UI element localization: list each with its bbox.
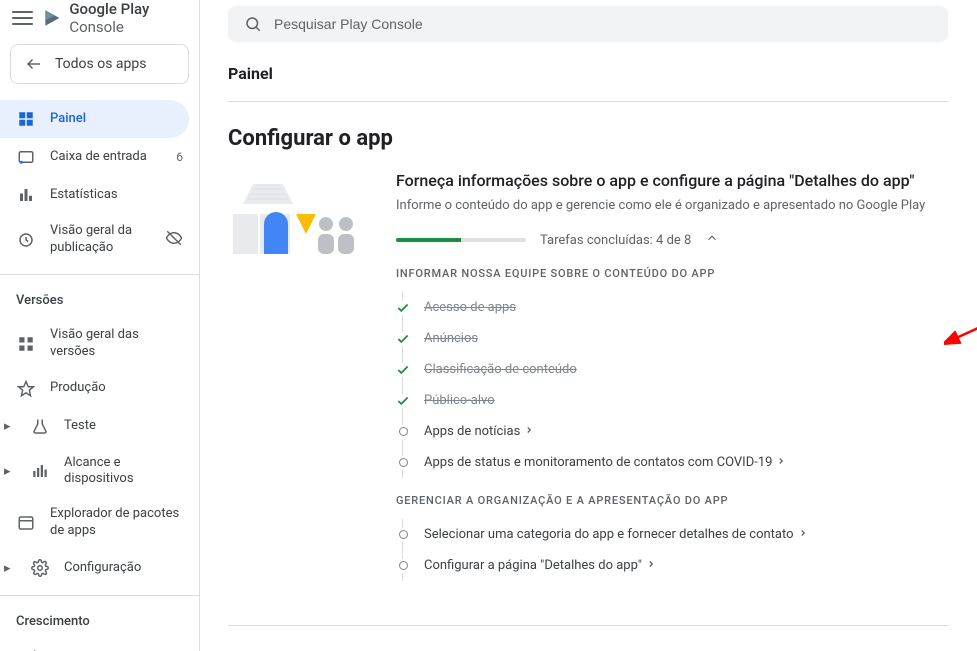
publishing-off-icon xyxy=(165,229,183,251)
circle-icon xyxy=(396,456,410,470)
circle-icon xyxy=(396,425,410,439)
sidebar-testing-label: Teste xyxy=(64,418,183,435)
sidebar-dashboard-label: Painel xyxy=(50,111,173,128)
config-card-title: Forneça informações sobre o app e config… xyxy=(396,171,949,190)
check-icon xyxy=(396,363,410,377)
sidebar-publishing-label: Visão geral da publicação xyxy=(50,223,151,257)
chevron-right-icon: ▸ xyxy=(4,561,14,576)
progress-bar xyxy=(396,238,526,242)
sidebar-item-production[interactable]: Produção xyxy=(0,370,199,408)
sidebar-bundle-label: Explorador de pacotes de apps xyxy=(50,506,183,540)
chevron-right-icon: ▸ xyxy=(4,464,14,479)
task-group-2-title: GERENCIAR A ORGANIZAÇÃO E A APRESENTAÇÃO… xyxy=(396,494,949,507)
sidebar: Google Play Console Todos os apps Painel… xyxy=(0,0,200,651)
task-label: Público-alvo xyxy=(424,393,495,408)
task-label: Anúncios xyxy=(424,331,478,346)
sidebar-item-inbox[interactable]: Caixa de entrada 6 xyxy=(0,138,199,176)
config-card-subtitle: Informe o conteúdo do app e gerencie com… xyxy=(396,198,949,213)
dashboard-icon xyxy=(16,109,36,129)
main-content: Painel Configurar o app Fo xyxy=(200,0,977,651)
product-logo[interactable]: Google Play Console xyxy=(43,0,187,36)
product-name: Google Play xyxy=(69,0,149,18)
task-item[interactable]: Público-alvo xyxy=(396,385,949,416)
sidebar-item-store-presence[interactable]: ▸ Presença na loja xyxy=(0,639,199,651)
sidebar-item-bundle-explorer[interactable]: Explorador de pacotes de apps xyxy=(0,497,199,549)
chevron-right-icon xyxy=(798,527,808,542)
collapse-icon[interactable] xyxy=(705,231,719,249)
sidebar-setup-label: Configuração xyxy=(64,560,183,577)
product-suffix: Console xyxy=(69,18,124,36)
task-item[interactable]: Classificação de conteúdo xyxy=(396,354,949,385)
search-input[interactable] xyxy=(274,16,932,32)
circle-icon xyxy=(396,559,410,573)
all-apps-button[interactable]: Todos os apps xyxy=(10,44,189,84)
arrow-left-icon xyxy=(25,55,43,73)
production-icon xyxy=(16,379,36,399)
config-illustration xyxy=(228,179,368,581)
task-item[interactable]: Apps de status e monitoramento de contat… xyxy=(396,447,949,478)
play-console-icon xyxy=(43,7,62,29)
all-apps-label: Todos os apps xyxy=(55,56,147,72)
sidebar-releases-label: Visão geral das versões xyxy=(50,327,183,361)
task-item[interactable]: Apps de notícias xyxy=(396,416,949,447)
sidebar-inbox-label: Caixa de entrada xyxy=(50,149,162,166)
task-item[interactable]: Acesso de apps xyxy=(396,292,949,323)
sidebar-section-versions: Versões xyxy=(0,283,199,314)
section-configure-heading: Configurar o app xyxy=(228,126,949,151)
task-label: Configurar a página "Detalhes do app" xyxy=(424,558,656,573)
releases-overview-icon xyxy=(16,334,36,354)
sidebar-reach-label: Alcance e dispositivos xyxy=(64,455,183,489)
sidebar-item-publishing-overview[interactable]: Visão geral da publicação xyxy=(0,214,199,266)
chevron-right-icon xyxy=(776,455,786,470)
sidebar-item-releases-overview[interactable]: Visão geral das versões xyxy=(0,318,199,370)
check-icon xyxy=(396,394,410,408)
task-label: Apps de notícias xyxy=(424,424,534,439)
progress-text: Tarefas concluídas: 4 de 8 xyxy=(540,233,691,248)
sidebar-item-reach[interactable]: ▸ Alcance e dispositivos xyxy=(0,446,199,498)
task-item[interactable]: Configurar a página "Detalhes do app" xyxy=(396,550,949,581)
check-icon xyxy=(396,301,410,315)
chevron-right-icon xyxy=(524,424,534,439)
sidebar-item-stats[interactable]: Estatísticas xyxy=(0,176,199,214)
stats-icon xyxy=(16,185,36,205)
page-title: Painel xyxy=(228,64,949,101)
sidebar-item-setup[interactable]: ▸ Configuração xyxy=(0,549,199,587)
inbox-icon xyxy=(16,147,36,167)
task-label: Apps de status e monitoramento de contat… xyxy=(424,455,786,470)
task-label: Selecionar uma categoria do app e fornec… xyxy=(424,527,808,542)
sidebar-item-dashboard[interactable]: Painel xyxy=(0,100,189,138)
task-item[interactable]: Selecionar uma categoria do app e fornec… xyxy=(396,519,949,550)
task-label: Classificação de conteúdo xyxy=(424,362,577,377)
sidebar-production-label: Produção xyxy=(50,380,183,397)
sidebar-stats-label: Estatísticas xyxy=(50,187,183,204)
circle-icon xyxy=(396,528,410,542)
chevron-right-icon: ▸ xyxy=(4,419,14,434)
task-item[interactable]: Anúncios xyxy=(396,323,949,354)
publish-icon xyxy=(16,230,36,250)
chevron-right-icon xyxy=(646,558,656,573)
check-icon xyxy=(396,332,410,346)
inbox-count-badge: 6 xyxy=(176,150,183,164)
gear-icon xyxy=(30,558,50,578)
menu-icon[interactable] xyxy=(12,6,33,30)
sidebar-section-growth: Crescimento xyxy=(0,604,199,635)
testing-icon xyxy=(30,417,50,437)
bundle-icon xyxy=(16,513,36,533)
sidebar-item-testing[interactable]: ▸ Teste xyxy=(0,408,199,446)
task-label: Acesso de apps xyxy=(424,300,516,315)
reach-icon xyxy=(30,461,50,481)
search-box[interactable] xyxy=(228,6,948,42)
task-group-1-title: INFORMAR NOSSA EQUIPE SOBRE O CONTEÚDO D… xyxy=(396,267,949,280)
search-icon xyxy=(244,15,262,33)
